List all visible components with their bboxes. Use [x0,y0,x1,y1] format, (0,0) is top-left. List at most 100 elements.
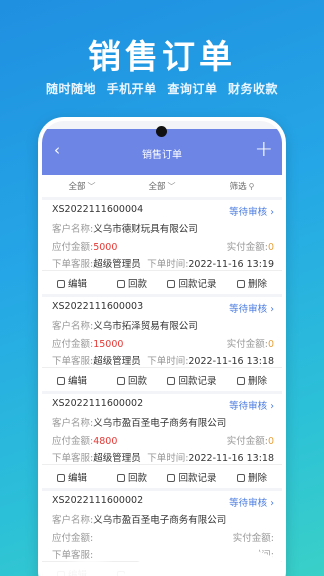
staff-label: 下单客服: [52,356,94,367]
record-icon [167,279,176,288]
collect-button[interactable]: 回款 [102,567,162,576]
order-number: XS2022111600002 [52,398,144,409]
payment-record-button[interactable]: 回款记录 [162,276,222,290]
edit-button[interactable]: 编辑 [42,567,102,576]
filter-icon: ⚲ [248,182,255,191]
order-status-label: 等待审核 [229,207,268,218]
collect-label: 回款 [127,569,147,576]
record-label: 回款记录 [178,569,217,576]
filter-label: 筛选 [229,182,247,192]
order-status[interactable]: 等待审核 › [229,495,274,509]
wallet-icon [116,376,125,385]
edit-button[interactable]: 编辑 [42,470,102,484]
edit-label: 编辑 [67,569,87,576]
record-label: 回款记录 [178,278,217,290]
edit-label: 编辑 [67,375,87,387]
payment-record-button[interactable]: 回款记录 [162,470,222,484]
filter-button[interactable]: 筛选 ⚲ [202,180,282,192]
paid-row: 实付金额:0 [227,239,274,253]
record-label: 回款记录 [178,375,217,387]
order-card[interactable]: XS2022111600002 等待审核 › 客户名称:义乌市盈百圣电子商务有限… [42,491,282,576]
order-time: 下单时间:2022-11-16 13:18 [147,450,274,464]
customer-name: 义乌市德财玩具有限公司 [93,224,198,235]
order-card[interactable]: XS2022111600003 等待审核 › 客户名称:义乌市拓泽贸易有限公司 … [42,297,282,391]
order-card[interactable]: XS2022111600004 等待审核 › 客户名称:义乌市德财玩具有限公司 … [42,200,282,294]
add-order-icon[interactable]: + [255,137,273,162]
receivable-label: 应付金额: [52,436,94,447]
receivable-label: 应付金额: [52,533,94,544]
order-status[interactable]: 等待审核 › [229,398,274,412]
paid-label: 实付金额: [226,436,268,447]
delete-button[interactable]: 删除 [222,567,282,576]
delete-label: 删除 [247,375,267,387]
paid-value: 0 [267,242,274,253]
customer-label: 客户名称: [52,224,94,235]
paid-value: 0 [267,339,274,350]
edit-label: 编辑 [67,472,87,484]
order-status-label: 等待审核 [229,304,268,315]
delete-button[interactable]: 删除 [222,470,282,484]
filter-status-dropdown[interactable]: 全部 ﹀ [42,180,122,192]
order-number: XS2022111600004 [52,204,144,215]
customer-row: 客户名称:义乌市拓泽贸易有限公司 [52,318,198,332]
receivable-row: 应付金额:5000 [52,239,117,253]
collect-button[interactable]: 回款 [102,373,162,387]
customer-label: 客户名称: [52,515,94,526]
divider [42,561,282,562]
order-time: 下单时间: [233,547,274,561]
feature-1: 随时随地 [45,82,96,96]
receivable-row: 应付金额: [52,530,93,544]
meta-row: 下单客服: 下单时间: [52,547,274,561]
edit-icon [56,473,65,482]
delete-label: 删除 [247,569,267,576]
hero-title: 销售订单 [88,37,236,76]
camera-notch [156,126,167,137]
edit-label: 编辑 [67,278,87,290]
time-value: 2022-11-16 13:18 [188,453,274,464]
paid-row: 实付金额: [233,530,274,544]
staff-value: 超级管理员 [93,453,141,464]
edit-button[interactable]: 编辑 [42,276,102,290]
payment-record-button[interactable]: 回款记录 [162,373,222,387]
customer-name: 义乌市盈百圣电子商务有限公司 [93,418,227,429]
customer-name: 义乌市拓泽贸易有限公司 [93,321,198,332]
staff-label: 下单客服: [52,550,94,561]
delete-button[interactable]: 删除 [222,373,282,387]
filter-type-label: 全部 [148,182,166,192]
order-number: XS2022111600002 [52,495,144,506]
order-card[interactable]: XS2022111600002 等待审核 › 客户名称:义乌市盈百圣电子商务有限… [42,394,282,488]
divider [42,464,282,465]
staff-value: 超级管理员 [93,356,141,367]
wallet-icon [116,473,125,482]
order-status-label: 等待审核 [229,498,268,509]
time-value: 2022-11-16 13:19 [188,259,274,270]
receivable-row: 应付金额:15000 [52,336,123,350]
paid-row: 实付金额:0 [227,433,274,447]
edit-button[interactable]: 编辑 [42,373,102,387]
edit-icon [56,570,65,576]
staff-label: 下单客服: [52,453,94,464]
collect-button[interactable]: 回款 [102,276,162,290]
filter-type-dropdown[interactable]: 全部 ﹀ [122,180,202,192]
staff-value: 超级管理员 [93,259,141,270]
wallet-icon [116,279,125,288]
meta-row: 下单客服:超级管理员 下单时间:2022-11-16 13:18 [52,353,274,367]
delete-label: 删除 [247,278,267,290]
edit-icon [56,279,65,288]
chevron-down-icon: ﹀ [167,182,176,191]
feature-2: 手机开单 [106,82,157,96]
record-icon [167,570,176,576]
paid-row: 实付金额:0 [227,336,274,350]
order-status[interactable]: 等待审核 › [229,204,274,218]
delete-button[interactable]: 删除 [222,276,282,290]
page-title: 销售订单 [142,150,182,161]
collect-button[interactable]: 回款 [102,470,162,484]
order-status[interactable]: 等待审核 › [229,301,274,315]
trash-icon [236,570,245,576]
paid-value: 0 [267,436,274,447]
payment-record-button[interactable]: 回款记录 [162,567,222,576]
order-status-label: 等待审核 [229,401,268,412]
order-list: XS2022111600004 等待审核 › 客户名称:义乌市德财玩具有限公司 … [42,197,282,576]
chevron-down-icon: ﹀ [87,182,96,191]
collect-label: 回款 [127,472,147,484]
